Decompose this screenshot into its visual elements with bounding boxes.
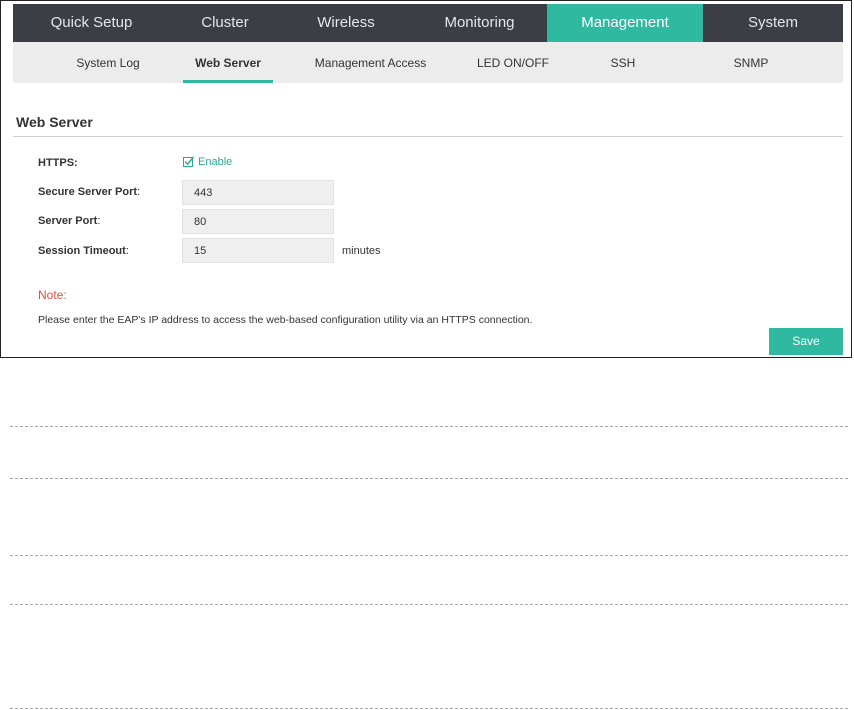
tab-system[interactable]: System (703, 4, 843, 42)
server-port-input[interactable] (182, 209, 334, 234)
subtab-snmp[interactable]: SNMP (721, 42, 781, 83)
checkbox-checked-icon[interactable] (183, 156, 195, 167)
top-navigation: Quick Setup Cluster Wireless Monitoring … (13, 4, 843, 42)
session-timeout-unit: minutes (342, 245, 381, 257)
note-text: Please enter the EAP's IP address to acc… (38, 314, 533, 326)
tab-quick-setup[interactable]: Quick Setup (13, 4, 170, 42)
dashed-divider (10, 555, 848, 556)
dashed-divider (10, 604, 848, 605)
tab-management[interactable]: Management (547, 4, 703, 42)
subtab-system-log[interactable]: System Log (63, 42, 153, 83)
server-port-label: Server Port: (38, 215, 101, 227)
tab-monitoring[interactable]: Monitoring (412, 4, 547, 42)
subtab-management-access[interactable]: Management Access (303, 42, 438, 83)
subtab-led-on-off[interactable]: LED ON/OFF (468, 42, 558, 83)
session-timeout-label: Session Timeout: (38, 245, 129, 257)
secure-server-port-label: Secure Server Port: (38, 186, 141, 198)
secure-server-port-input[interactable] (182, 180, 334, 205)
dashed-divider (10, 426, 848, 427)
https-enable-label: Enable (198, 156, 233, 168)
note-title: Note: (38, 288, 67, 302)
dashed-divider (10, 708, 848, 709)
save-button[interactable]: Save (769, 328, 843, 355)
session-timeout-input[interactable] (182, 238, 334, 263)
tab-wireless[interactable]: Wireless (280, 4, 412, 42)
https-enable-checkbox[interactable]: Enable (183, 156, 232, 168)
section-divider (13, 136, 843, 137)
section-title: Web Server (16, 114, 93, 130)
sub-navigation: System Log Web Server Management Access … (13, 42, 843, 83)
tab-cluster[interactable]: Cluster (170, 4, 280, 42)
active-subtab-underline (183, 80, 273, 83)
subtab-ssh[interactable]: SSH (593, 42, 653, 83)
subtab-web-server[interactable]: Web Server (183, 42, 273, 83)
web-server-panel: Quick Setup Cluster Wireless Monitoring … (0, 0, 852, 358)
https-label: HTTPS: (38, 157, 78, 169)
dashed-divider (10, 478, 848, 479)
